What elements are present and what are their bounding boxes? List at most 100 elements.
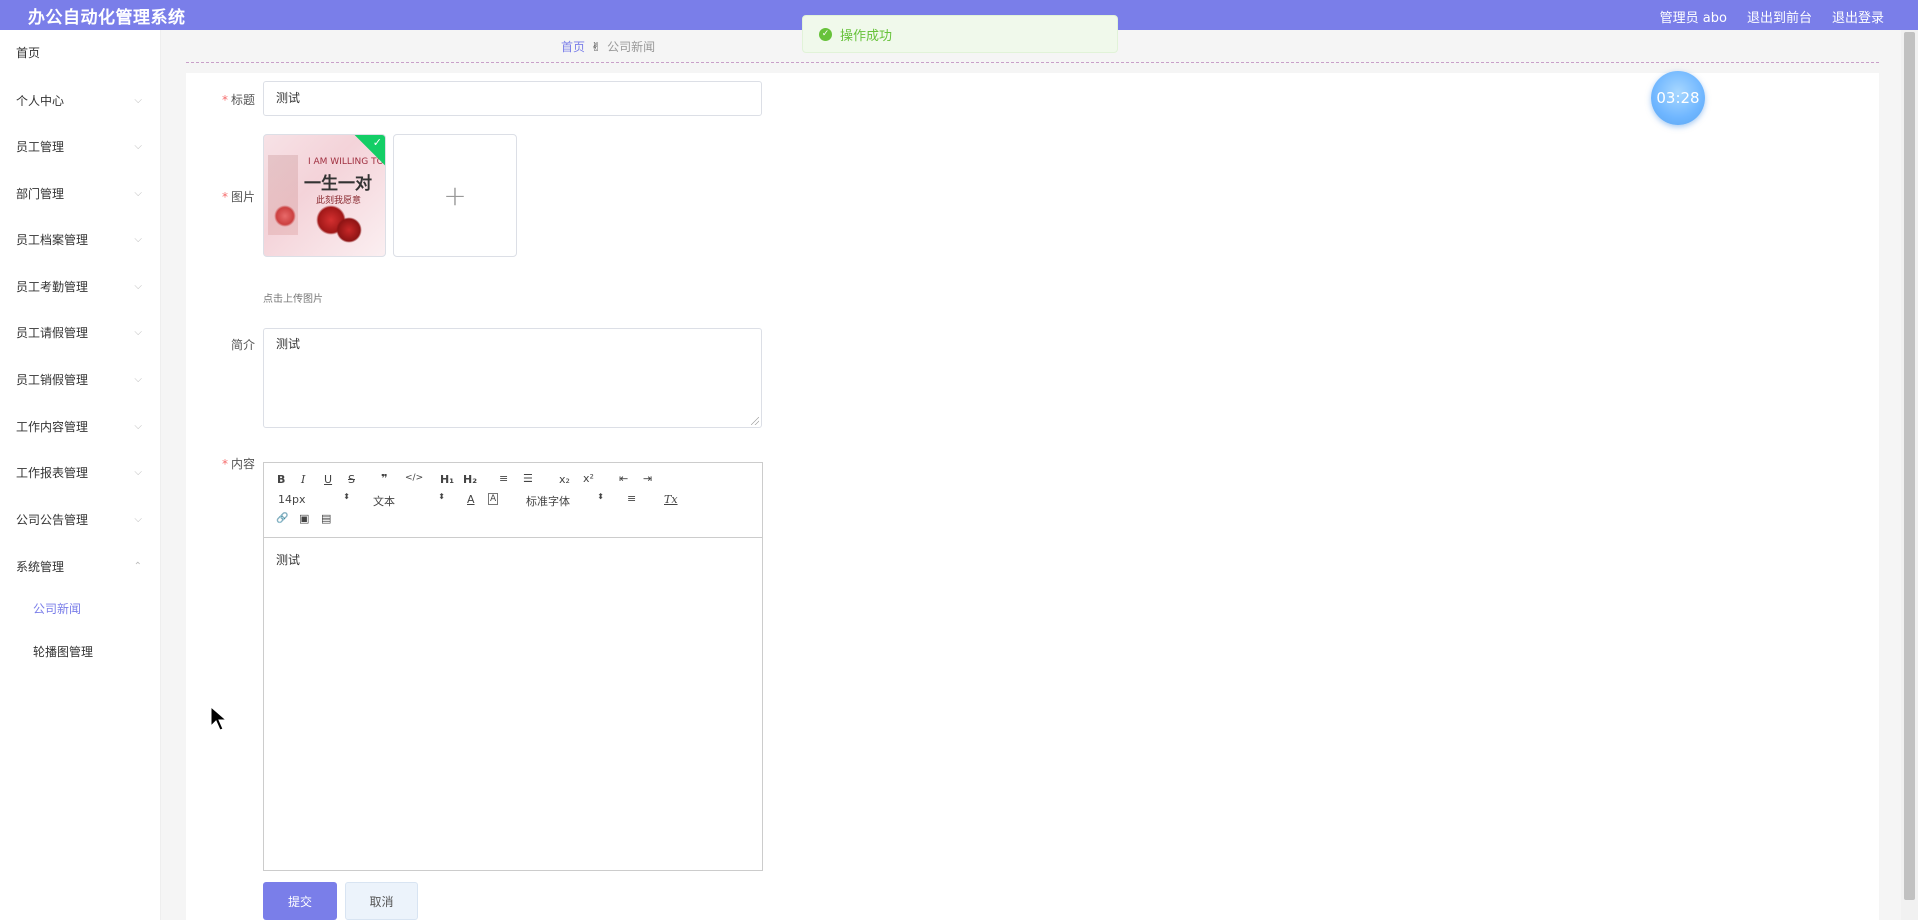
sidebar-item-label: 系统管理 — [16, 560, 65, 574]
thumb-caption-title: 一生一对 — [304, 174, 372, 194]
h1-button[interactable]: H₁ — [440, 473, 454, 486]
uploaded-image-thumbnail[interactable]: I AM WILLING TO 一生一对 此刻我愿意 ✓ — [263, 134, 386, 257]
upload-hint: 点击上传图片 — [263, 294, 323, 305]
chevron-down-icon: ⌵ — [134, 234, 142, 245]
breadcrumb: 首页 ✌ 公司新闻 — [561, 38, 655, 55]
link-icon[interactable]: 🔗 — [276, 513, 288, 524]
editor-content[interactable]: 测试 — [276, 551, 300, 568]
sidebar-item-label: 公司公告管理 — [16, 513, 89, 527]
align-button[interactable]: ≡ — [627, 492, 636, 505]
video-icon[interactable]: ▤ — [321, 512, 331, 525]
ordered-list-button[interactable]: ≡ — [499, 472, 508, 485]
upload-image-button[interactable]: + — [393, 134, 517, 257]
sidebar-item-label: 公司新闻 — [33, 602, 82, 616]
underline-button[interactable]: U — [324, 473, 332, 486]
sidebar-item-attendance[interactable]: 员工考勤管理 ⌵ — [0, 267, 160, 307]
superscript-button[interactable]: x² — [583, 472, 594, 485]
chevron-up-icon: ⌃ — [133, 561, 142, 572]
sidebar-item-label: 员工档案管理 — [16, 233, 89, 247]
bold-button[interactable]: B — [277, 473, 285, 486]
editor-toolbar: B I U S ❞ </> H₁ H₂ ≡ ☰ x₂ x² ⇤ ⇥ 14px ⬍ … — [264, 463, 762, 538]
app-title: 办公自动化管理系统 — [28, 8, 186, 28]
title-input[interactable]: 测试 — [263, 81, 762, 116]
sidebar-item-announcement[interactable]: 公司公告管理 ⌵ — [0, 500, 160, 540]
toast-message: 操作成功 — [840, 28, 893, 44]
sidebar-item-system[interactable]: 系统管理 ⌃ — [0, 547, 160, 587]
breadcrumb-home[interactable]: 首页 — [561, 40, 585, 54]
blockquote-button[interactable]: ❞ — [381, 472, 387, 485]
chevron-down-icon: ⌵ — [134, 514, 142, 525]
italic-button[interactable]: I — [301, 473, 305, 486]
resize-grip-icon[interactable] — [751, 417, 759, 425]
font-size-select[interactable]: 14px ⬍ — [278, 492, 350, 506]
h2-button[interactable]: H₂ — [463, 473, 477, 486]
strike-button[interactable]: S — [348, 473, 355, 486]
text-color-button[interactable]: A — [467, 493, 475, 506]
outdent-button[interactable]: ⇤ — [619, 472, 628, 485]
sidebar-item-label: 员工考勤管理 — [16, 280, 89, 294]
sidebar-item-personal[interactable]: 个人中心 ⌵ — [0, 81, 160, 121]
header-select[interactable]: 文本 ⬍ — [373, 492, 445, 509]
check-icon: ✓ — [372, 136, 382, 149]
chevron-down-icon: ⌵ — [134, 141, 142, 152]
sidebar-subitem-news[interactable]: 公司新闻 — [0, 589, 160, 629]
sidebar: 首页 个人中心 ⌵ 员工管理 ⌵ 部门管理 ⌵ 员工档案管理 ⌵ 员工考勤管理 ⌵ 员工请… — [0, 30, 161, 920]
sidebar-subitem-carousel[interactable]: 轮播图管理 — [0, 632, 160, 672]
sidebar-item-label: 个人中心 — [16, 94, 65, 108]
sidebar-item-label: 部门管理 — [16, 187, 65, 201]
title-label: * 标题 — [221, 93, 255, 107]
rich-text-editor: B I U S ❞ </> H₁ H₂ ≡ ☰ x₂ x² ⇤ ⇥ 14px ⬍ … — [263, 462, 763, 871]
code-button[interactable]: </> — [405, 473, 423, 483]
hand-icon: ✌ — [591, 40, 602, 54]
sidebar-item-label: 员工销假管理 — [16, 373, 89, 387]
subscript-button[interactable]: x₂ — [559, 473, 570, 486]
summary-textarea[interactable]: 测试 — [263, 328, 762, 428]
indent-button[interactable]: ⇥ — [643, 472, 652, 485]
success-icon: ✓ — [819, 27, 832, 41]
sidebar-item-label: 工作报表管理 — [16, 466, 89, 480]
image-label: * 图片 — [221, 190, 255, 204]
success-toast: ✓ 操作成功 — [802, 15, 1118, 53]
cancel-button[interactable]: 取消 — [345, 882, 418, 920]
chevron-down-icon: ⌵ — [134, 188, 142, 199]
bullet-list-button[interactable]: ☰ — [523, 472, 533, 485]
logout-link[interactable]: 退出登录 — [1832, 7, 1884, 26]
image-icon[interactable]: ▣ — [299, 512, 309, 525]
sidebar-item-work-content[interactable]: 工作内容管理 ⌵ — [0, 407, 160, 447]
chevron-down-icon: ⌵ — [134, 467, 142, 478]
font-family-select[interactable]: 标准字体 ⬍ — [526, 492, 604, 509]
chevron-down-icon: ⌵ — [134, 421, 142, 432]
thumb-caption-en: I AM WILLING TO — [308, 157, 384, 167]
sidebar-item-department[interactable]: 部门管理 ⌵ — [0, 174, 160, 214]
content-label: * 内容 — [221, 457, 255, 471]
summary-value: 测试 — [276, 337, 301, 351]
sidebar-item-leave[interactable]: 员工请假管理 ⌵ — [0, 313, 160, 353]
sidebar-item-label: 员工请假管理 — [16, 326, 89, 340]
sidebar-item-leave-cancel[interactable]: 员工销假管理 ⌵ — [0, 360, 160, 400]
chevron-down-icon: ⌵ — [134, 327, 142, 338]
breadcrumb-current: 公司新闻 — [607, 40, 656, 54]
chevron-down-icon: ⌵ — [134, 374, 142, 385]
user-name[interactable]: 管理员 abo — [1660, 7, 1727, 26]
plus-icon: + — [443, 179, 467, 212]
sidebar-item-label: 工作内容管理 — [16, 420, 89, 434]
chevron-down-icon: ⌵ — [134, 281, 142, 292]
clean-format-button[interactable]: Tx — [664, 493, 678, 506]
sidebar-item-staff[interactable]: 员工管理 ⌵ — [0, 127, 160, 167]
scrollbar-thumb[interactable] — [1904, 32, 1915, 900]
mouse-cursor-icon — [210, 706, 228, 731]
sidebar-item-home[interactable]: 首页 — [0, 33, 160, 73]
sidebar-item-work-report[interactable]: 工作报表管理 ⌵ — [0, 453, 160, 493]
countdown-timer: 03:28 — [1651, 71, 1705, 125]
submit-button[interactable]: 提交 — [263, 882, 337, 920]
summary-label: 简介 — [230, 338, 255, 352]
page-scrollbar[interactable] — [1901, 30, 1918, 920]
sidebar-item-label: 轮播图管理 — [33, 645, 94, 659]
sidebar-item-label: 员工管理 — [16, 140, 65, 154]
sidebar-item-archives[interactable]: 员工档案管理 ⌵ — [0, 220, 160, 260]
sidebar-item-label: 首页 — [16, 46, 41, 60]
background-color-button[interactable]: A — [488, 493, 499, 505]
chevron-down-icon: ⌵ — [134, 95, 142, 106]
header-links: 管理员 abo 退出到前台 退出登录 — [1660, 7, 1884, 26]
exit-to-front-link[interactable]: 退出到前台 — [1747, 7, 1812, 26]
